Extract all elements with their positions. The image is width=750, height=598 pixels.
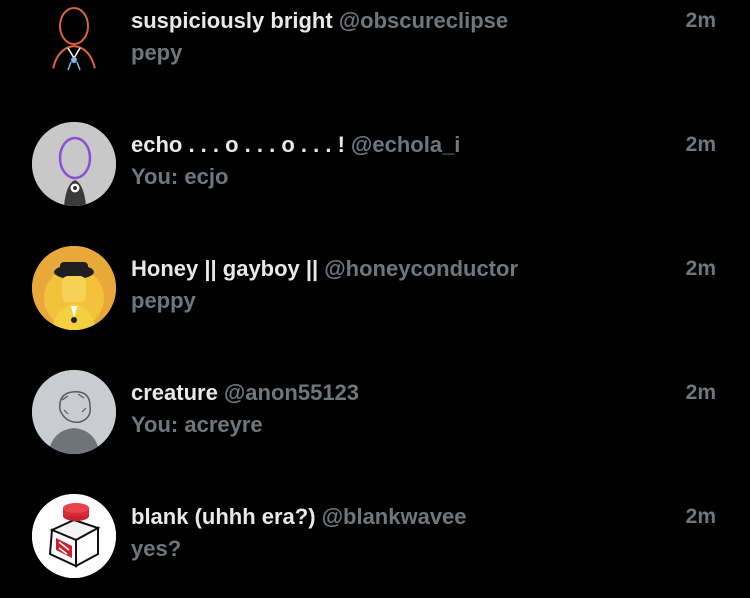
conversation-header: echo . . . o . . . o . . . ! @echola_i xyxy=(131,132,650,158)
message-preview: peppy xyxy=(131,288,196,313)
user-handle: @obscureclipse xyxy=(338,8,509,33)
timestamp: 2m xyxy=(685,9,716,32)
display-name: suspiciously bright xyxy=(131,8,333,33)
conversation-header: creature @anon55123 xyxy=(131,380,650,406)
message-preview: yes? xyxy=(131,536,182,561)
message-preview: You: acreyre xyxy=(131,412,263,437)
user-handle: @honeyconductor xyxy=(324,256,519,281)
display-name: creature xyxy=(131,380,218,405)
timestamp: 2m xyxy=(685,505,716,528)
dm-conversation-item[interactable]: Honey || gayboy || @honeyconductor 2m pep… xyxy=(0,226,750,350)
user-handle: @blankwavee xyxy=(321,504,467,529)
display-name: Honey || gayboy || xyxy=(131,256,319,281)
red-cube-avatar-icon xyxy=(32,494,116,578)
purple-outline-avatar-icon xyxy=(32,122,116,206)
display-name: blank (uhhh era?) xyxy=(131,504,316,529)
orange-line-art-avatar-icon xyxy=(32,0,116,74)
avatar[interactable] xyxy=(32,0,116,74)
conversation-header: Honey || gayboy || @honeyconductor xyxy=(131,256,650,282)
gray-sketch-avatar-icon xyxy=(32,370,116,454)
display-name: echo . . . o . . . o . . . ! xyxy=(131,132,345,157)
conversation-header: suspiciously bright @obscureclipse xyxy=(131,8,650,34)
dm-conversation-list: suspiciously bright @obscureclipse 2m pep… xyxy=(0,0,750,595)
timestamp: 2m xyxy=(685,133,716,156)
yellow-conductor-avatar-icon xyxy=(32,246,116,330)
dm-conversation-item[interactable]: echo . . . o . . . o . . . ! @echola_i 2m… xyxy=(0,102,750,226)
dm-conversation-item[interactable]: blank (uhhh era?) @blankwavee 2m yes? xyxy=(0,474,750,598)
dm-conversation-item[interactable]: suspiciously bright @obscureclipse 2m pep… xyxy=(0,0,750,102)
user-handle: @anon55123 xyxy=(223,380,360,405)
dm-conversation-item[interactable]: creature @anon55123 2m You: acreyre xyxy=(0,350,750,474)
user-handle: @echola_i xyxy=(350,132,461,157)
avatar[interactable] xyxy=(32,370,116,454)
avatar[interactable] xyxy=(32,494,116,578)
timestamp: 2m xyxy=(685,381,716,404)
message-preview: pepy xyxy=(131,40,183,65)
timestamp: 2m xyxy=(685,257,716,280)
avatar[interactable] xyxy=(32,122,116,206)
message-preview: You: ecjo xyxy=(131,164,229,189)
conversation-header: blank (uhhh era?) @blankwavee xyxy=(131,504,650,530)
avatar[interactable] xyxy=(32,246,116,330)
